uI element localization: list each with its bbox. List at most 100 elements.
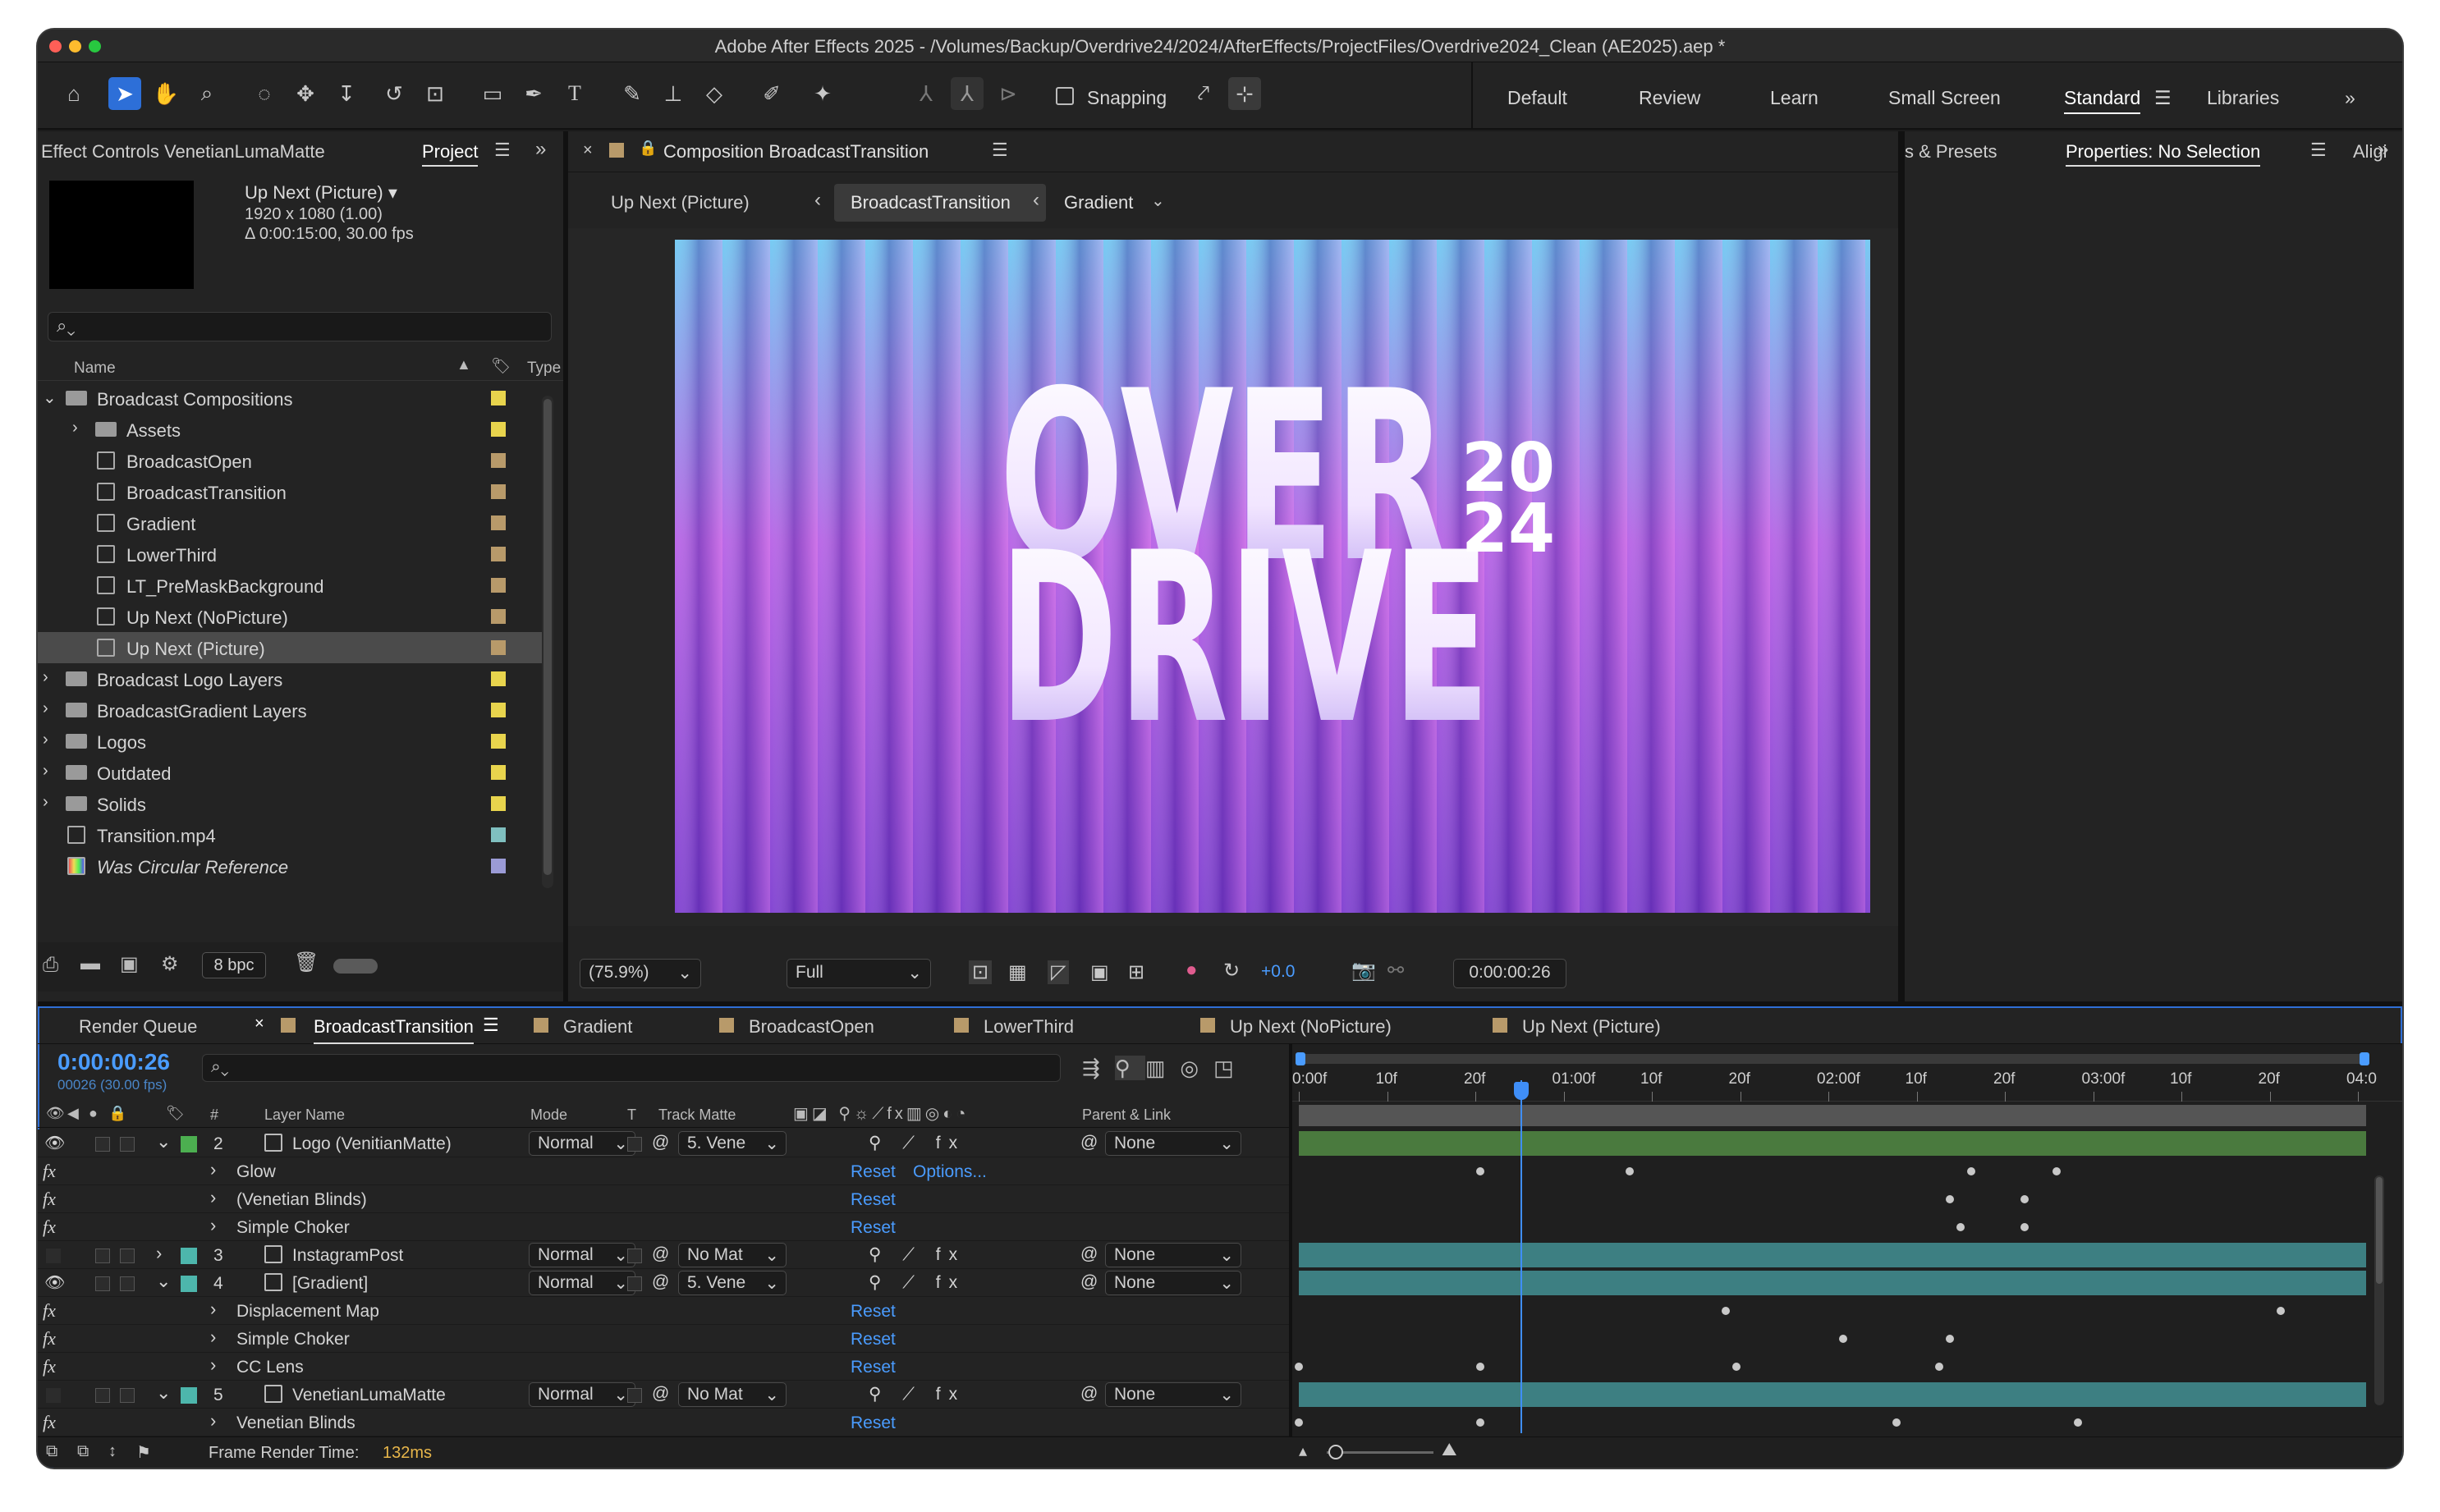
column-type-header[interactable]: Type bbox=[527, 360, 561, 378]
workspace-standard[interactable]: Standard bbox=[2064, 87, 2141, 114]
label-color-swatch[interactable] bbox=[491, 391, 506, 405]
effect-row[interactable]: fx › Simple Choker Reset bbox=[38, 1213, 1289, 1241]
tab-effects-presets[interactable]: s & Presets bbox=[1905, 141, 1997, 163]
current-time-display[interactable]: 0:00:00:26 bbox=[1453, 959, 1566, 988]
effect-row[interactable]: fx › Simple Choker Reset bbox=[38, 1325, 1289, 1353]
label-color-swatch[interactable] bbox=[181, 1276, 197, 1292]
parent-pickwhip-icon[interactable]: @ bbox=[1080, 1272, 1098, 1292]
layer-name[interactable]: [Gradient] bbox=[292, 1274, 368, 1294]
layer-name[interactable]: VenetianLumaMatte bbox=[292, 1386, 446, 1405]
fx-icon[interactable]: fx bbox=[43, 1161, 56, 1182]
zoom-in-icon[interactable]: ⛰ bbox=[1442, 1439, 1456, 1460]
project-item[interactable]: BroadcastTransition bbox=[38, 476, 547, 507]
layer-name[interactable]: InstagramPost bbox=[292, 1246, 403, 1266]
snap-feature-icon[interactable]: ⤤ bbox=[1187, 77, 1220, 110]
chevron-right-icon[interactable]: › bbox=[210, 1354, 216, 1376]
close-tab-icon[interactable]: × bbox=[583, 141, 593, 160]
layer-row[interactable]: › 3 InstagramPost Normal ⌄ @ No Mat ⌄ ⚲ ⟋ fx @ Non… bbox=[38, 1241, 1289, 1269]
eraser-tool-icon[interactable]: ◇ bbox=[698, 77, 731, 110]
chevron-right-icon[interactable]: › bbox=[156, 1243, 162, 1264]
keyframe[interactable] bbox=[2020, 1223, 2029, 1231]
rotate-tool-icon[interactable]: ↺ bbox=[378, 77, 410, 110]
column-name-header[interactable]: Name bbox=[74, 360, 116, 378]
layer-row[interactable]: 👁 ⌄ 4 [Gradient] Normal ⌄ @5. Vene ⌄ ⚲ ⟋ fx @ None… bbox=[38, 1269, 1289, 1297]
keyframe[interactable] bbox=[2074, 1418, 2082, 1427]
preserve-transparency-toggle[interactable] bbox=[627, 1137, 642, 1152]
track-matte-dropdown[interactable]: No Mat⌄ bbox=[678, 1243, 787, 1267]
close-tab-icon[interactable]: × bbox=[255, 1015, 264, 1033]
keyframe[interactable] bbox=[1946, 1195, 1954, 1203]
stretch-icon[interactable]: ⚑ bbox=[136, 1442, 151, 1463]
project-scrollbar[interactable] bbox=[542, 396, 553, 888]
expand-panel-icon[interactable]: » bbox=[535, 138, 546, 161]
column-number-header[interactable]: # bbox=[210, 1107, 218, 1124]
stamp-tool-icon[interactable]: ⊥ bbox=[657, 77, 690, 110]
chevron-right-icon[interactable]: › bbox=[210, 1215, 216, 1236]
time-navigator[interactable] bbox=[1296, 1052, 2369, 1065]
time-ruler[interactable]: 0:00f 10f 20f 01:00f 10f 20f 02:00f 10f 20f 03:00… bbox=[1292, 1067, 2402, 1102]
project-settings-icon[interactable]: ⚙ bbox=[161, 952, 179, 976]
layer-switches[interactable]: ⚲ ⟋ fx bbox=[869, 1272, 965, 1293]
resolution-dropdown[interactable]: Full ⌄ bbox=[787, 959, 931, 988]
layer-switches[interactable]: ⚲ ⟋ fx bbox=[869, 1244, 965, 1265]
track-matte-pickwhip-icon[interactable]: @ bbox=[652, 1244, 669, 1264]
preserve-transparency-toggle[interactable] bbox=[627, 1249, 642, 1263]
layer-row[interactable]: ⌄ 5 VenetianLumaMatte Normal ⌄ @ No Mat ⌄ ⚲ ⟋ fx… bbox=[38, 1381, 1289, 1409]
exposure-value[interactable]: +0.0 bbox=[1261, 962, 1295, 982]
parent-dropdown[interactable]: None⌄ bbox=[1105, 1271, 1241, 1295]
frame-blending-icon[interactable]: ▥ bbox=[1145, 1056, 1181, 1080]
lock-toggle[interactable] bbox=[120, 1388, 135, 1403]
chevron-right-icon[interactable]: › bbox=[43, 762, 48, 781]
keyframe[interactable] bbox=[2277, 1307, 2285, 1315]
comp-menu-icon[interactable]: ☰ bbox=[992, 140, 1008, 161]
layer-switches-icon[interactable]: ⧉ bbox=[46, 1442, 57, 1461]
keyframe[interactable] bbox=[2052, 1167, 2061, 1175]
label-color-swatch[interactable] bbox=[491, 703, 506, 717]
label-color-swatch[interactable] bbox=[491, 796, 506, 811]
breadcrumb-gradient[interactable]: Gradient bbox=[1064, 192, 1133, 213]
parent-dropdown[interactable]: None⌄ bbox=[1105, 1131, 1241, 1156]
track-matte-pickwhip-icon[interactable]: @ bbox=[652, 1133, 669, 1152]
composition-frame[interactable]: OVER DRIVE 20 24 bbox=[675, 240, 1870, 913]
workspace-review[interactable]: Review bbox=[1639, 87, 1700, 109]
interpret-footage-icon[interactable]: ⎙ bbox=[43, 954, 58, 977]
keyframe[interactable] bbox=[1732, 1363, 1741, 1371]
mask-visibility-icon[interactable]: ◸ bbox=[1048, 960, 1070, 984]
transparency-grid-icon[interactable]: ▦ bbox=[1008, 960, 1027, 984]
snap-target-icon[interactable]: ⊹ bbox=[1228, 77, 1261, 110]
effect-reset-link[interactable]: Reset bbox=[851, 1190, 896, 1210]
expand-panel-icon[interactable]: » bbox=[2378, 138, 2388, 161]
project-item[interactable]: ⌄ Broadcast Compositions bbox=[38, 383, 547, 414]
track-matte-pickwhip-icon[interactable]: @ bbox=[652, 1384, 669, 1404]
magnification-dropdown[interactable]: (75.9%) ⌄ bbox=[580, 959, 701, 988]
project-item[interactable]: › Assets bbox=[38, 414, 547, 445]
rectangle-tool-icon[interactable]: ▭ bbox=[476, 77, 509, 110]
chevron-down-icon[interactable]: ⌄ bbox=[43, 387, 57, 408]
keyframe[interactable] bbox=[1295, 1418, 1303, 1427]
workspace-menu-icon[interactable]: ☰ bbox=[2154, 87, 2172, 109]
layer-duration-bar[interactable] bbox=[1299, 1243, 2366, 1267]
reset-exposure-icon[interactable]: ↻ bbox=[1223, 959, 1240, 983]
eye-icon[interactable]: 👁 bbox=[46, 1105, 65, 1122]
fx-icon[interactable]: fx bbox=[43, 1216, 56, 1238]
zoom-out-icon[interactable]: ▴ bbox=[1299, 1441, 1307, 1461]
project-item[interactable]: › Outdated bbox=[38, 757, 547, 788]
axis-view-icon[interactable]: ⊳ bbox=[992, 77, 1025, 110]
label-color-swatch[interactable] bbox=[491, 453, 506, 468]
label-color-swatch[interactable] bbox=[491, 515, 506, 530]
effect-reset-link[interactable]: Reset bbox=[851, 1302, 896, 1322]
visibility-toggle[interactable] bbox=[46, 1249, 61, 1263]
delete-icon[interactable]: 🗑 bbox=[294, 951, 319, 974]
label-color-swatch[interactable] bbox=[609, 143, 624, 158]
visibility-toggle[interactable] bbox=[46, 1388, 61, 1403]
work-area-bar[interactable] bbox=[1299, 1105, 2366, 1126]
label-color-swatch[interactable] bbox=[491, 422, 506, 437]
project-item[interactable]: › BroadcastGradient Layers bbox=[38, 694, 547, 726]
keyframe[interactable] bbox=[1946, 1335, 1954, 1343]
chevron-right-icon[interactable]: › bbox=[210, 1410, 216, 1432]
fx-icon[interactable]: fx bbox=[43, 1356, 56, 1377]
blend-mode-dropdown[interactable]: Normal⌄ bbox=[529, 1131, 635, 1156]
timeline-scrollbar[interactable] bbox=[2374, 1175, 2384, 1405]
lock-toggle[interactable] bbox=[120, 1249, 135, 1263]
project-item[interactable]: Was Circular Reference bbox=[38, 850, 547, 882]
